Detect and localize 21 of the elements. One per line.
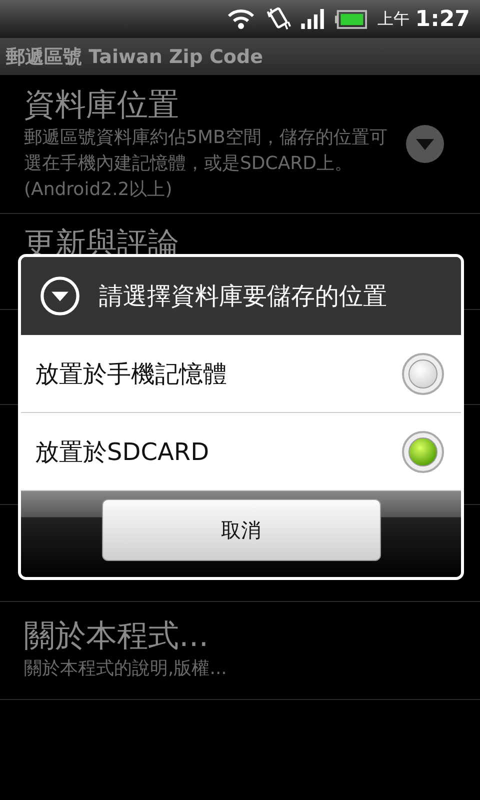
vibrate-icon — [265, 6, 292, 32]
app-title: 郵遞區號 Taiwan Zip Code — [6, 44, 263, 70]
radio-button[interactable] — [401, 430, 445, 474]
option-row[interactable]: 放置於手機記憶體 — [21, 335, 461, 413]
option-label: 放置於手機記憶體 — [35, 358, 227, 390]
preference-summary: 關於本程式的說明,版權... — [24, 657, 228, 681]
preference-title[interactable]: 關於本程式... — [24, 616, 456, 656]
cancel-button[interactable]: 取消 — [102, 499, 380, 561]
option-row[interactable]: 放置於SDCARD — [21, 413, 461, 491]
preference-title[interactable]: 資料庫位置 — [24, 85, 389, 125]
am-pm-label: 上午 — [377, 8, 410, 30]
dropdown-icon — [39, 275, 81, 317]
option-label: 放置於SDCARD — [35, 436, 210, 468]
preference-summary: 郵遞區號資料庫約佔5MB空間，儲存的位置可選在手機內建記憶體，或是SDCARD上。(Android2.2以上) — [24, 126, 388, 202]
wifi-icon — [227, 8, 256, 30]
dialog-title: 請選擇資料庫要儲存的位置 — [99, 281, 387, 312]
dropdown-icon[interactable] — [405, 124, 445, 164]
battery-icon — [335, 10, 368, 28]
clock-time: 1:27 — [415, 6, 470, 32]
signal-icon — [301, 9, 326, 29]
radio-button[interactable] — [401, 352, 445, 396]
